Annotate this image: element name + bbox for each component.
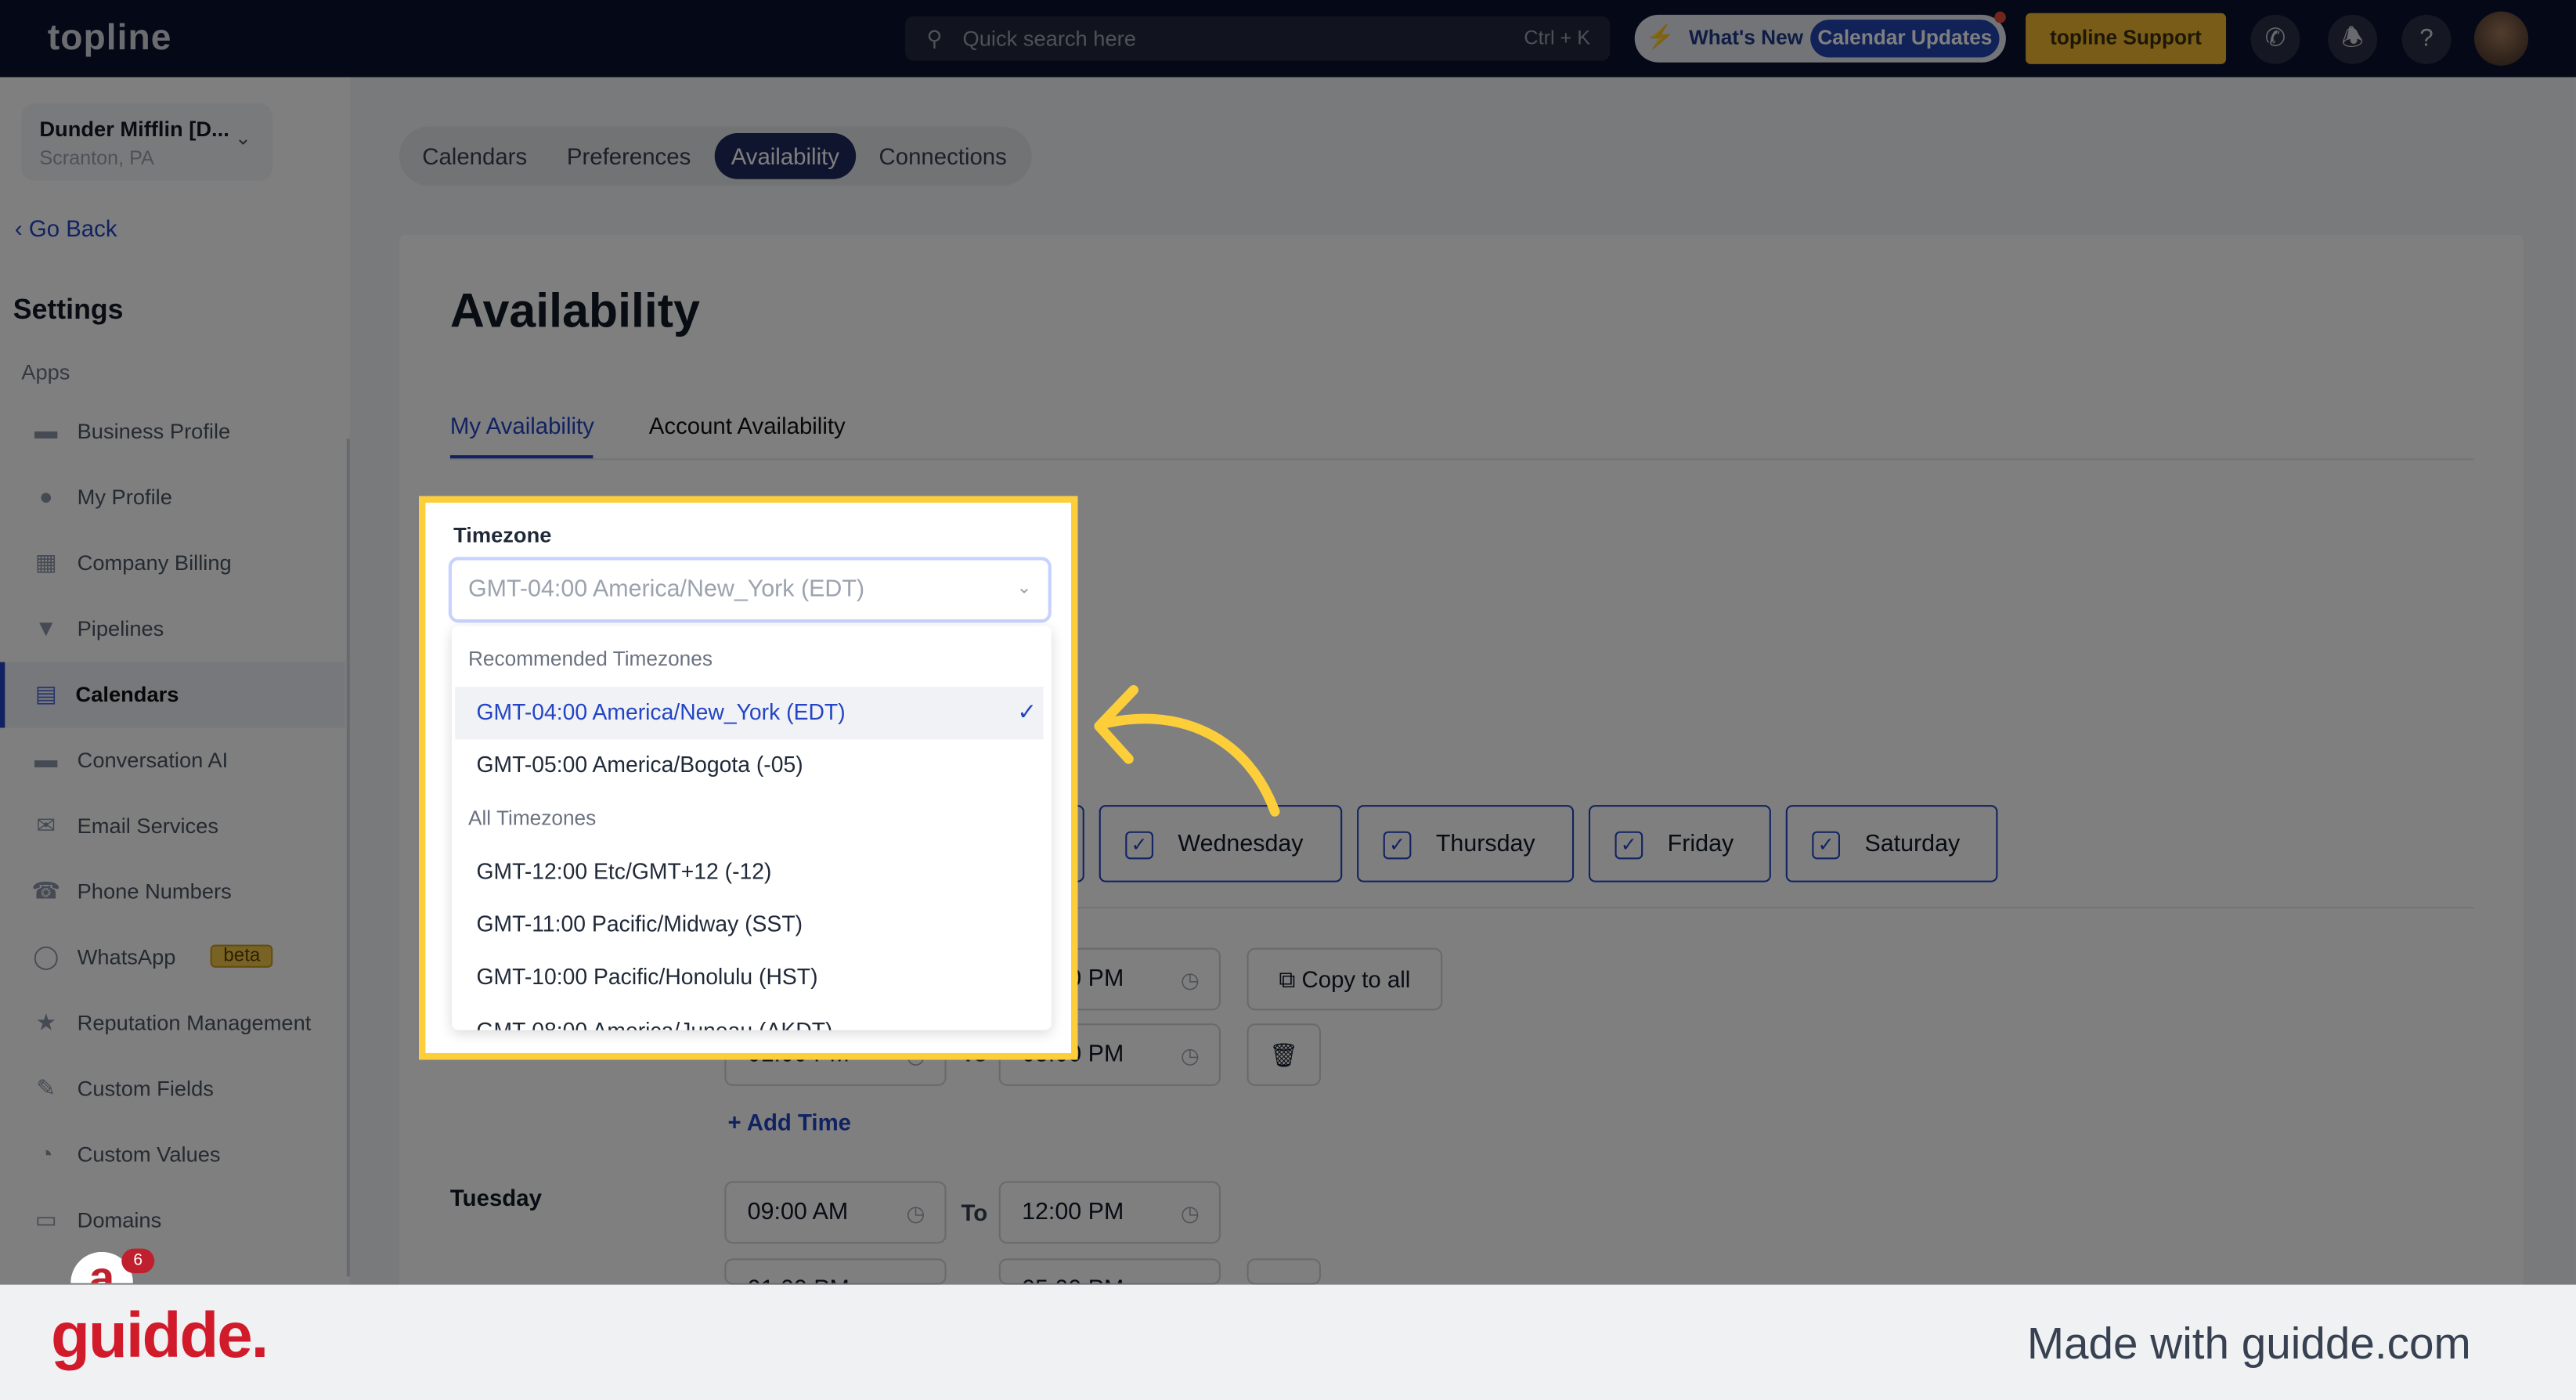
timezone-value: GMT-04:00 America/New_York (EDT) xyxy=(467,576,865,604)
timezone-option[interactable]: GMT-11:00 Pacific/Midway (SST) xyxy=(455,899,1043,951)
chevron-down-icon: ⌄ xyxy=(1016,578,1032,598)
timezone-highlight: Timezone GMT-04:00 America/New_York (EDT… xyxy=(419,496,1078,1060)
timezone-option[interactable]: GMT-04:00 America/New_York (EDT) ✓ xyxy=(455,687,1044,740)
timezone-label: Timezone xyxy=(453,522,552,547)
footer: guidde. Made with guidde.com xyxy=(0,1284,2576,1400)
guidde-logo: guidde. xyxy=(51,1301,269,1372)
timezone-option[interactable]: GMT-08:00 America/Juneau (AKDT) xyxy=(455,1005,1043,1030)
group-header: All Timezones xyxy=(467,806,597,830)
option-label: GMT-12:00 Etc/GMT+12 (-12) xyxy=(476,859,772,884)
chat-badge: 6 xyxy=(121,1248,155,1274)
timezone-option[interactable]: GMT-12:00 Etc/GMT+12 (-12) xyxy=(455,846,1043,899)
timezone-dropdown: Recommended Timezones GMT-04:00 America/… xyxy=(452,626,1052,1030)
screen: topline ⚲ Quick search here Ctrl + K ⚡ W… xyxy=(0,0,2576,1400)
dim-overlay xyxy=(0,0,2576,1285)
timezone-option[interactable]: GMT-10:00 Pacific/Honolulu (HST) xyxy=(455,951,1043,1004)
option-label: GMT-08:00 America/Juneau (AKDT) xyxy=(476,1019,832,1030)
timezone-select[interactable]: GMT-04:00 America/New_York (EDT) ⌄ xyxy=(448,557,1052,623)
timezone-option[interactable]: GMT-05:00 America/Bogota (-05) xyxy=(455,739,1043,792)
option-label: GMT-10:00 Pacific/Honolulu (HST) xyxy=(476,964,818,990)
option-label: GMT-05:00 America/Bogota (-05) xyxy=(476,752,803,778)
group-header: Recommended Timezones xyxy=(467,647,713,671)
option-label: GMT-11:00 Pacific/Midway (SST) xyxy=(476,911,803,936)
check-icon: ✓ xyxy=(1017,698,1037,725)
made-with-text: Made with guidde.com xyxy=(2026,1319,2471,1369)
option-label: GMT-04:00 America/New_York (EDT) xyxy=(476,699,846,725)
